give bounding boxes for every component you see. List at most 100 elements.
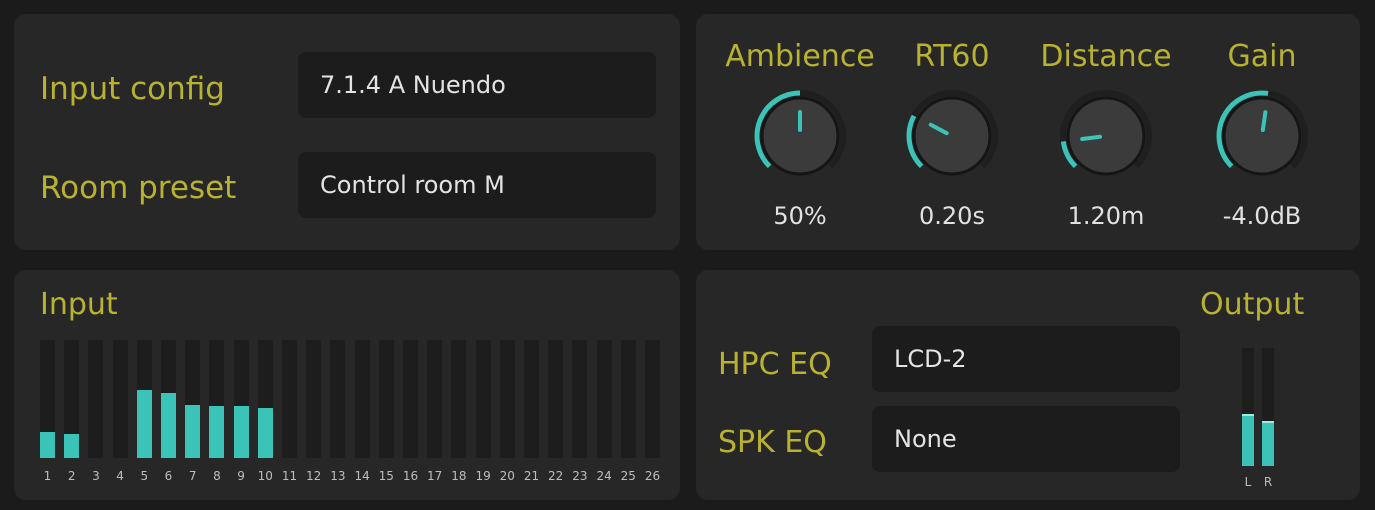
input-channel-number: 7	[188, 469, 197, 483]
room-preset-label: Room preset	[40, 170, 237, 206]
knob-label-distance: Distance	[1040, 39, 1172, 74]
output-meter-fill	[1262, 421, 1274, 466]
input-channel-number: 9	[237, 469, 245, 483]
knob-label-rt60: RT60	[914, 39, 990, 74]
input-meter-15	[378, 340, 394, 458]
input-meter-10	[257, 340, 273, 458]
knob-ambience[interactable]	[745, 81, 855, 191]
input-meter-fill	[136, 389, 152, 458]
input-channel-number: 5	[140, 469, 149, 483]
input-channel-number: 26	[644, 469, 661, 483]
input-meter-8	[209, 340, 225, 458]
input-channel-number: 17	[427, 469, 443, 483]
knob-body	[1222, 96, 1302, 176]
input-meter-20	[499, 340, 515, 458]
knob-body	[760, 96, 840, 176]
input-meter-5	[136, 340, 152, 458]
input-meter-fill	[257, 408, 273, 458]
room-preset-dropdown[interactable]: Control room M	[298, 152, 656, 218]
input-channel-number: 1	[43, 469, 52, 483]
input-meter-fill	[64, 434, 80, 458]
input-channel-number: 23	[572, 469, 588, 483]
input-meter-21	[524, 340, 539, 458]
input-channel-number: 21	[523, 469, 540, 483]
input-channel-number: 25	[620, 469, 636, 483]
knob-label-ambience: Ambience	[725, 39, 875, 74]
input-channel-number: 20	[499, 469, 515, 483]
input-meter-17	[427, 340, 443, 458]
input-channel-number: 11	[281, 469, 298, 483]
input-meter-18	[451, 340, 467, 458]
input-channel-number: 12	[306, 469, 322, 483]
input-meter-fill	[40, 432, 55, 458]
output-title: Output	[1200, 287, 1305, 322]
knob-value-gain: -4.0dB	[1222, 202, 1302, 230]
knob-pointer	[1080, 134, 1103, 142]
knob-value-distance: 1.20m	[1067, 202, 1145, 230]
input-channel-number: 24	[596, 469, 612, 483]
output-channel-label: R	[1263, 475, 1273, 489]
input-channel-number: 10	[257, 469, 273, 483]
knob-value-ambience: 50%	[773, 202, 827, 230]
input-channel-number: 22	[548, 469, 564, 483]
input-meter-9	[233, 340, 249, 458]
input-channel-number: 16	[402, 469, 419, 483]
input-meter-13	[330, 340, 346, 458]
input-title: Input	[40, 287, 118, 322]
input-channel-number: 13	[330, 469, 346, 483]
input-channel-number: 15	[378, 469, 394, 483]
knob-gain[interactable]	[1207, 81, 1317, 191]
input-meter-fill	[185, 404, 201, 458]
input-channel-number: 4	[116, 469, 124, 483]
output-meter-peak	[1242, 414, 1254, 417]
spk-eq-label: SPK EQ	[718, 425, 827, 460]
input-meter-19	[475, 340, 491, 458]
knob-distance[interactable]	[1051, 81, 1161, 191]
input-channel-number: 2	[67, 469, 76, 483]
input-meter-2	[64, 340, 80, 458]
input-meter-fill	[233, 406, 249, 458]
knob-value-rt60: 0.20s	[919, 202, 985, 230]
output-meter-fill	[1242, 414, 1254, 466]
hpc-eq-dropdown[interactable]: LCD-2	[872, 326, 1180, 392]
output-meter-peak	[1262, 421, 1274, 424]
input-meter-12	[306, 340, 322, 458]
output-meter-l	[1242, 348, 1254, 466]
input-meter-3	[88, 340, 104, 458]
input-meter-panel: Input 1 2 3 4 5 6 7 8 9 10 11 12 13 14 15 16 17 18 19 20 21 2…	[14, 270, 680, 500]
input-meter-4	[112, 340, 128, 458]
input-channel-number: 18	[451, 469, 467, 483]
knobs-panel: Ambience 50% RT60 0.20s Distance 1.20m Gain -4.…	[696, 14, 1360, 250]
knob-body	[1066, 96, 1146, 176]
input-meter-7	[185, 340, 201, 458]
knob-label-gain: Gain	[1227, 39, 1297, 74]
input-config-dropdown[interactable]: 7.1.4 A Nuendo	[298, 52, 656, 118]
input-channel-number: 3	[92, 469, 100, 483]
input-meter-23	[572, 340, 588, 458]
spk-eq-dropdown[interactable]: None	[872, 406, 1180, 472]
input-meter-16	[403, 340, 418, 458]
input-meter-6	[161, 340, 176, 458]
input-meter-1	[40, 340, 55, 458]
input-meter-fill	[161, 393, 176, 458]
knob-pointer	[1260, 110, 1268, 133]
knob-rt60[interactable]	[897, 81, 1007, 191]
input-channel-number: 19	[475, 469, 491, 483]
input-meter-14	[354, 340, 370, 458]
input-meter-22	[548, 340, 564, 458]
output-channel-label: L	[1244, 475, 1252, 489]
input-meter-24	[596, 340, 612, 458]
input-meter-fill	[209, 406, 225, 458]
config-panel: Input config 7.1.4 A Nuendo Room preset …	[14, 14, 680, 250]
output-meter-r	[1262, 348, 1274, 466]
input-config-label: Input config	[40, 71, 225, 107]
knob-body	[912, 96, 992, 176]
hpc-eq-label: HPC EQ	[718, 347, 832, 382]
input-meter-25	[620, 340, 636, 458]
input-meter-11	[282, 340, 297, 458]
input-channel-number: 6	[164, 469, 173, 483]
input-channel-number: 8	[213, 469, 221, 483]
input-channel-number: 14	[354, 469, 370, 483]
input-meter-26	[645, 340, 660, 458]
eq-output-panel: HPC EQ LCD-2 SPK EQ None Output LR	[696, 270, 1360, 500]
